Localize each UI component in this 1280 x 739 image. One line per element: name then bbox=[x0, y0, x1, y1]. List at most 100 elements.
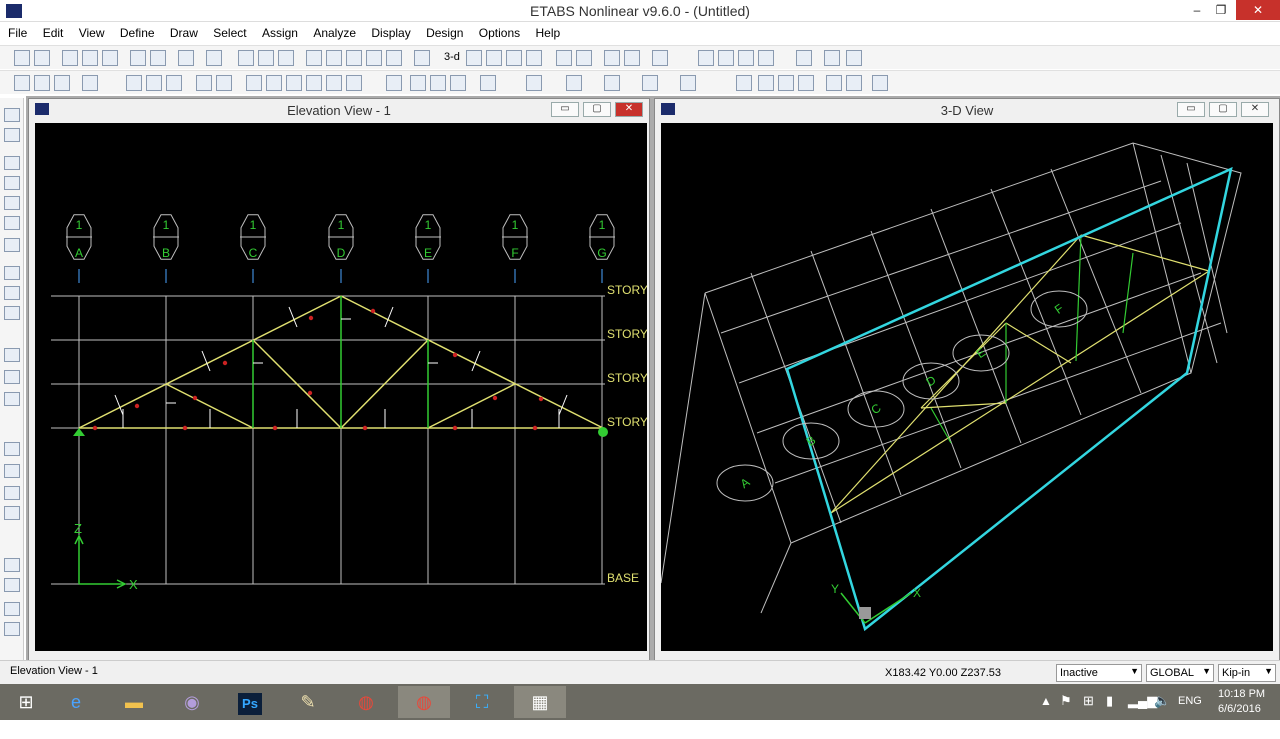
elevation-minimize-button[interactable]: ▭ bbox=[551, 102, 579, 117]
assign-frame-release-icon[interactable] bbox=[386, 75, 402, 91]
assign-opening-icon[interactable] bbox=[872, 75, 888, 91]
show-design-icon[interactable] bbox=[346, 75, 362, 91]
assign-wind-icon[interactable] bbox=[798, 75, 814, 91]
show-function-icon[interactable] bbox=[196, 75, 212, 91]
menu-edit[interactable]: Edit bbox=[39, 22, 68, 40]
assign-wall-icon[interactable] bbox=[846, 75, 862, 91]
menu-draw[interactable]: Draw bbox=[166, 22, 202, 40]
plan-view-icon[interactable] bbox=[414, 50, 430, 66]
assign-spandrel-icon[interactable] bbox=[680, 75, 696, 91]
show-mode-shape-icon[interactable] bbox=[82, 75, 98, 91]
move-up-icon[interactable] bbox=[556, 50, 572, 66]
show-section-cut-icon[interactable] bbox=[306, 75, 322, 91]
set-display-options-icon[interactable] bbox=[624, 50, 640, 66]
assign-load-icon[interactable] bbox=[736, 75, 752, 91]
elevation-close-button[interactable]: ✕ bbox=[615, 102, 643, 117]
etabs-icon[interactable]: ▦ bbox=[514, 686, 566, 718]
undo-icon[interactable] bbox=[130, 50, 146, 66]
show-tables-icon[interactable] bbox=[246, 75, 262, 91]
3d-minimize-button[interactable]: ▭ bbox=[1177, 102, 1205, 117]
rotate-3d-icon[interactable] bbox=[506, 50, 522, 66]
maximize-button[interactable]: ❐ bbox=[1206, 0, 1236, 20]
draw-column-icon[interactable] bbox=[758, 50, 774, 66]
assign-frame-load-icon[interactable] bbox=[480, 75, 496, 91]
elevation-view-titlebar[interactable]: Elevation View - 1 ▭ ▢ ✕ bbox=[29, 99, 649, 121]
zoom-window-icon[interactable] bbox=[346, 50, 362, 66]
object-shrink-icon[interactable] bbox=[604, 50, 620, 66]
pan-icon[interactable] bbox=[386, 50, 402, 66]
close-button[interactable]: ✕ bbox=[1236, 0, 1280, 20]
3d-view-titlebar[interactable]: 3-D View ▭ ▢ ✕ bbox=[655, 99, 1279, 121]
action-center-icon[interactable]: ⚑ bbox=[1060, 693, 1072, 729]
menu-select[interactable]: Select bbox=[209, 22, 250, 40]
assign-pier-icon[interactable] bbox=[642, 75, 658, 91]
steel-frame-design-icon[interactable] bbox=[824, 50, 840, 66]
menu-options[interactable]: Options bbox=[475, 22, 524, 40]
redo-icon[interactable] bbox=[150, 50, 166, 66]
snap-points-icon[interactable] bbox=[4, 558, 20, 572]
draw-rectangle-icon[interactable] bbox=[4, 286, 20, 300]
coord-system-select[interactable]: GLOBAL ▼ bbox=[1146, 664, 1214, 682]
capture-icon[interactable]: ⛶ bbox=[456, 686, 508, 718]
snap-intersection-icon[interactable] bbox=[4, 602, 20, 616]
menu-view[interactable]: View bbox=[75, 22, 109, 40]
new-model-icon[interactable] bbox=[14, 50, 30, 66]
photoshop-icon[interactable]: Ps bbox=[224, 686, 276, 718]
assign-percent-icon[interactable] bbox=[652, 50, 668, 66]
zoom-previous-icon[interactable] bbox=[366, 50, 382, 66]
menu-analyze[interactable]: Analyze bbox=[309, 22, 360, 40]
menu-file[interactable]: File bbox=[4, 22, 31, 40]
zoom-out-icon[interactable] bbox=[326, 50, 342, 66]
menu-help[interactable]: Help bbox=[531, 22, 564, 40]
draw-wall-icon[interactable] bbox=[4, 348, 20, 362]
assign-link-icon[interactable] bbox=[450, 75, 466, 91]
pointer-icon[interactable] bbox=[4, 108, 20, 122]
menu-assign[interactable]: Assign bbox=[258, 22, 302, 40]
menu-design[interactable]: Design bbox=[422, 22, 467, 40]
draw-grid-icon[interactable] bbox=[4, 370, 20, 384]
internet-explorer-icon[interactable]: e bbox=[50, 686, 102, 718]
tray-up-arrow-icon[interactable]: ▲ bbox=[1040, 694, 1052, 730]
assign-area-load-icon[interactable] bbox=[758, 75, 774, 91]
clear-selection-icon[interactable] bbox=[4, 486, 20, 500]
clock-date[interactable]: 6/6/2016 bbox=[1218, 703, 1261, 739]
lock-icon[interactable] bbox=[206, 50, 222, 66]
assign-temperature-icon[interactable] bbox=[778, 75, 794, 91]
print-preview-icon[interactable] bbox=[102, 50, 118, 66]
windows-icon[interactable]: ⊞ bbox=[1083, 693, 1094, 729]
elevation-view-window[interactable]: Elevation View - 1 ▭ ▢ ✕ 1 A 1 B 1 C 1 D 1 E 1 F 1 G bbox=[28, 98, 650, 662]
restore-view-icon[interactable] bbox=[278, 50, 294, 66]
reshape-icon[interactable] bbox=[4, 128, 20, 142]
chrome-icon[interactable]: ◍ bbox=[340, 686, 392, 718]
draw-line-icon[interactable] bbox=[4, 156, 20, 170]
show-static-pushover-icon[interactable] bbox=[266, 75, 282, 91]
battery-icon[interactable]: ▮ bbox=[1106, 693, 1113, 729]
draw-lines-icon[interactable] bbox=[4, 176, 20, 190]
draw-column-tool-icon[interactable] bbox=[4, 196, 20, 210]
volume-icon[interactable]: 🔈 bbox=[1154, 693, 1170, 729]
save-icon[interactable] bbox=[62, 50, 78, 66]
select-previous-icon[interactable] bbox=[4, 464, 20, 478]
units-select[interactable]: Kip-in ▼ bbox=[1218, 664, 1276, 682]
move-down-icon[interactable] bbox=[576, 50, 592, 66]
elevation-icon[interactable] bbox=[486, 50, 502, 66]
draw-beam-tool-icon[interactable] bbox=[4, 216, 20, 230]
show-response-icon[interactable] bbox=[216, 75, 232, 91]
zoom-in-icon[interactable] bbox=[306, 50, 322, 66]
show-energy-icon[interactable] bbox=[166, 75, 182, 91]
3d-maximize-button[interactable]: ▢ bbox=[1209, 102, 1237, 117]
assign-joint-restraint-icon[interactable] bbox=[410, 75, 426, 91]
elevation-drawing[interactable]: 1A1B1C1D1E1F1G STORY STORY STORY STORY B… bbox=[35, 123, 648, 651]
view-3d-button[interactable]: 3-d bbox=[444, 51, 460, 63]
chrome-icon[interactable]: ◍ bbox=[398, 686, 450, 718]
show-storey-response-icon[interactable] bbox=[286, 75, 302, 91]
3d-canvas[interactable]: ABCDEF X Y bbox=[660, 123, 1273, 651]
rubber-band-zoom-icon[interactable] bbox=[258, 50, 274, 66]
3d-view-window[interactable]: 3-D View ▭ ▢ ✕ A B C D E F X Y bbox=[654, 98, 1280, 662]
elevation-maximize-button[interactable]: ▢ bbox=[583, 102, 611, 117]
assign-diaphragm-icon[interactable] bbox=[430, 75, 446, 91]
draw-brace-icon[interactable] bbox=[738, 50, 754, 66]
assign-column-icon[interactable] bbox=[826, 75, 842, 91]
viber-icon[interactable]: ◉ bbox=[166, 686, 218, 718]
open-icon[interactable] bbox=[34, 50, 50, 66]
